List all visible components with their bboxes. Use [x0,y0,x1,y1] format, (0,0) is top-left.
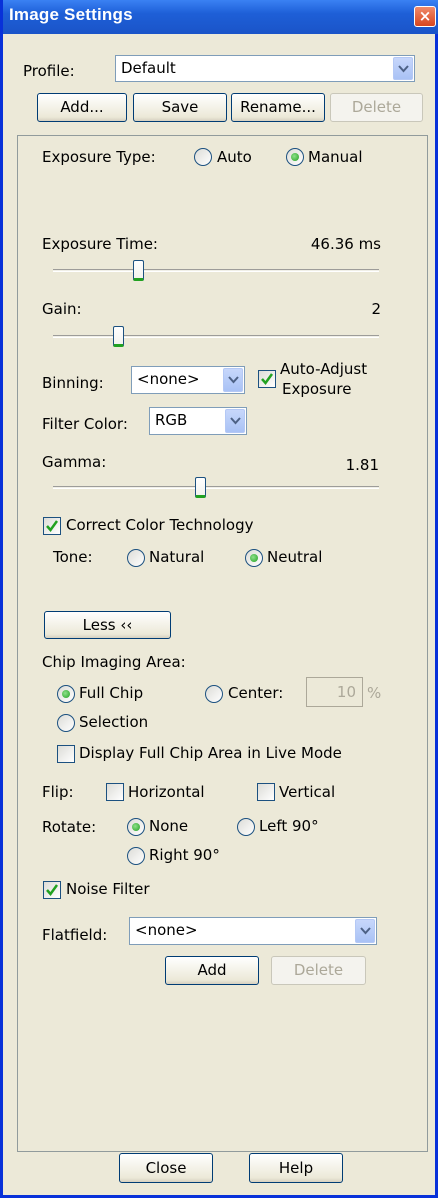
profile-value: Default [121,59,176,77]
profile-rename-button[interactable]: Rename... [231,93,325,122]
binning-select[interactable]: <none> [131,366,245,394]
tone-neutral-radio[interactable] [245,549,263,567]
rotate-right-label: Right 90° [149,846,220,864]
tone-label: Tone: [53,548,93,566]
binning-label: Binning: [42,374,104,392]
gamma-slider-thumb[interactable] [194,477,206,498]
display-full-chip-label: Display Full Chip Area in Live Mode [79,744,342,762]
rotate-left-radio[interactable] [237,818,255,836]
correct-color-label: Correct Color Technology [66,516,254,534]
tone-natural-label: Natural [149,548,205,566]
chevron-down-icon[interactable] [393,57,413,80]
profile-delete-button[interactable]: Delete [330,93,423,122]
flatfield-delete-button[interactable]: Delete [271,956,366,985]
chip-center-radio[interactable] [205,685,223,703]
settings-panel [17,135,428,1152]
profile-select[interactable]: Default [115,55,415,82]
display-full-chip-checkbox[interactable] [57,745,75,763]
help-button[interactable]: Help [249,1153,343,1183]
exposure-time-value: 46.36 ms [310,235,381,253]
noise-filter-label: Noise Filter [66,880,150,898]
binning-value: <none> [137,370,200,388]
close-icon[interactable]: × [414,6,436,27]
filter-color-value: RGB [155,411,188,429]
gain-slider-thumb[interactable] [113,326,125,347]
filter-color-label: Filter Color: [42,415,128,433]
title-bar[interactable]: Image Settings × [3,0,438,34]
flatfield-select[interactable]: <none> [129,917,377,945]
chevron-down-icon[interactable] [223,368,243,392]
flip-vertical-checkbox[interactable] [257,783,275,801]
chip-area-label: Chip Imaging Area: [42,653,186,671]
chevron-down-icon[interactable] [355,919,375,943]
window-title: Image Settings [9,5,133,24]
exposure-type-label: Exposure Type: [42,148,156,166]
less-button[interactable]: Less ‹‹ [44,611,171,639]
profile-add-button[interactable]: Add... [37,93,127,122]
chevron-down-icon[interactable] [225,409,245,433]
rotate-label: Rotate: [42,818,97,836]
chip-full-label: Full Chip [79,684,144,702]
rotate-right-radio[interactable] [127,847,145,865]
exposure-time-slider[interactable] [53,269,379,272]
chip-selection-label: Selection [79,713,149,731]
gain-slider[interactable] [53,335,379,338]
flatfield-add-button[interactable]: Add [165,956,259,985]
gamma-label: Gamma: [42,453,107,471]
auto-adjust-label-line2: Exposure [282,380,352,398]
profile-save-button[interactable]: Save [133,93,227,122]
close-button[interactable]: Close [119,1153,213,1183]
flip-vertical-label: Vertical [279,783,336,801]
checkmark-icon [46,520,59,533]
checkmark-icon [261,373,274,386]
center-percent-field[interactable]: 10 [306,677,363,707]
gain-label: Gain: [42,300,82,318]
gain-value: 2 [371,300,381,318]
exposure-time-slider-thumb[interactable] [132,260,144,281]
exposure-time-label: Exposure Time: [42,235,158,253]
checkmark-icon [46,884,59,897]
exposure-manual-label: Manual [308,148,363,166]
exposure-manual-radio[interactable] [286,148,304,166]
flip-horizontal-checkbox[interactable] [106,783,124,801]
exposure-auto-radio[interactable] [194,148,212,166]
flip-horizontal-label: Horizontal [128,783,205,801]
chip-center-label: Center: [228,684,284,702]
flip-label: Flip: [42,783,74,801]
exposure-auto-label: Auto [217,148,252,166]
rotate-none-label: None [149,817,189,835]
tone-neutral-label: Neutral [267,548,323,566]
center-percent-unit: % [367,684,382,702]
flatfield-value: <none> [135,921,198,939]
profile-label: Profile: [23,62,75,80]
auto-adjust-checkbox[interactable] [258,370,276,388]
gamma-value: 1.81 [345,456,379,474]
gamma-slider[interactable] [53,486,379,489]
filter-color-select[interactable]: RGB [149,407,247,435]
auto-adjust-label-line1: Auto-Adjust [280,360,368,378]
image-settings-window: Image Settings × Profile: Default Add...… [0,0,438,1198]
flatfield-label: Flatfield: [42,926,108,944]
noise-filter-checkbox[interactable] [43,881,61,899]
chip-full-radio[interactable] [57,685,75,703]
rotate-none-radio[interactable] [127,818,145,836]
tone-natural-radio[interactable] [127,549,145,567]
correct-color-checkbox[interactable] [43,517,61,535]
rotate-left-label: Left 90° [259,817,319,835]
chip-selection-radio[interactable] [57,714,75,732]
